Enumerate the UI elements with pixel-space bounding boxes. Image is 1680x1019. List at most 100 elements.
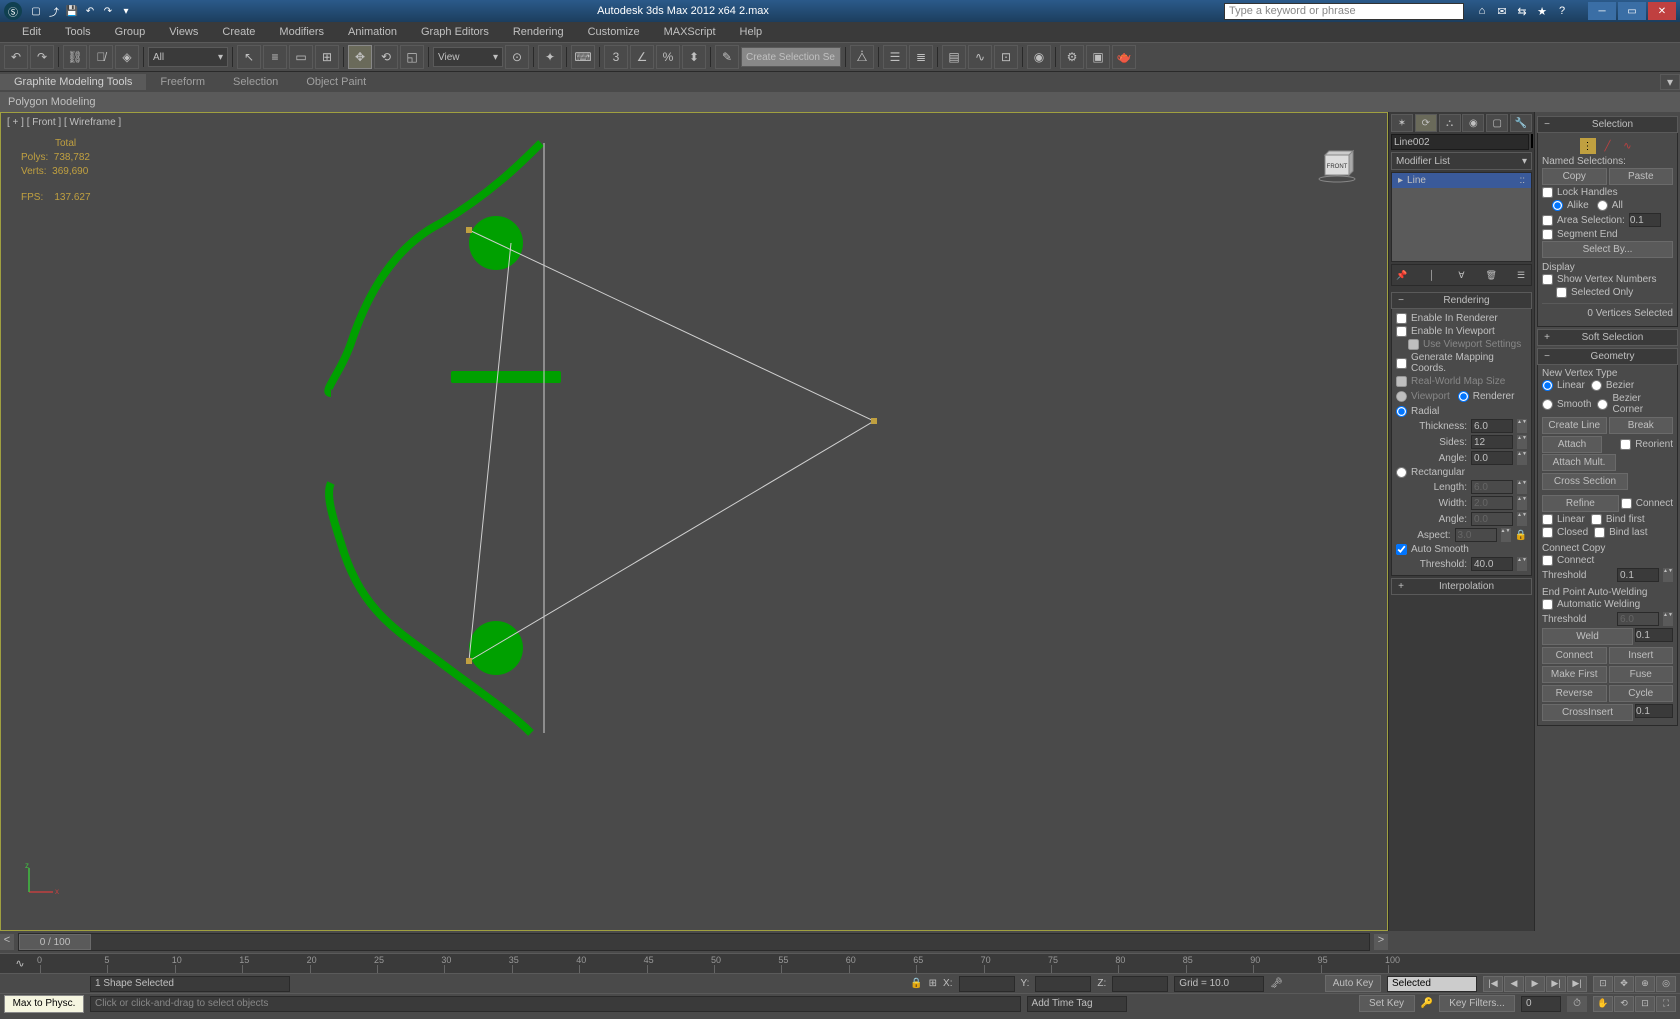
curve-editor-button[interactable]: ∿	[968, 45, 992, 69]
area-sel-check[interactable]	[1542, 215, 1553, 226]
communication-icon[interactable]: ✉	[1494, 3, 1510, 19]
cmdtab-utilities[interactable]: 🔧	[1510, 114, 1532, 132]
attach-mult-button[interactable]: Attach Mult.	[1542, 454, 1616, 471]
use-center-button[interactable]: ⊙	[505, 45, 529, 69]
keyfilters-button[interactable]: Key Filters...	[1439, 995, 1515, 1012]
named-sel-dropdown[interactable]: Create Selection Se	[741, 47, 841, 67]
selection-filter[interactable]: All▾	[148, 47, 228, 67]
prev-frame-button[interactable]: ◀	[1504, 976, 1524, 992]
time-prev-button[interactable]: <	[0, 934, 14, 950]
rollout-geometry-header[interactable]: −Geometry	[1537, 348, 1678, 365]
menu-help[interactable]: Help	[728, 26, 775, 38]
align-button[interactable]: ☰	[883, 45, 907, 69]
vertex-subobj-icon[interactable]: ⋮	[1580, 138, 1596, 154]
ribbon-sub-label[interactable]: Polygon Modeling	[8, 96, 95, 108]
lock-handles-check[interactable]	[1542, 187, 1553, 198]
nav1-icon[interactable]: ✥	[1614, 976, 1634, 992]
spline-subobj-icon[interactable]: ∿	[1620, 138, 1636, 154]
gen-map-check[interactable]	[1396, 358, 1407, 369]
pan-icon[interactable]: ✋	[1593, 996, 1613, 1012]
search-input[interactable]: Type a keyword or phrase	[1224, 3, 1464, 20]
menu-create[interactable]: Create	[210, 26, 267, 38]
keyboard-shortcut-button[interactable]: ⌨	[571, 45, 595, 69]
lock-selection-icon[interactable]: 🔒	[910, 978, 922, 989]
bezier-radio[interactable]	[1591, 380, 1602, 391]
lock-aspect-icon[interactable]: 🔒	[1515, 530, 1527, 541]
connect-check[interactable]	[1621, 498, 1632, 509]
modifier-list-dropdown[interactable]: Modifier List▾	[1391, 152, 1532, 170]
menu-group[interactable]: Group	[103, 26, 158, 38]
maxscript-listener[interactable]: Max to Physc.	[4, 995, 84, 1013]
layers-button[interactable]: ≣	[909, 45, 933, 69]
select-button[interactable]: ↖	[237, 45, 261, 69]
spinner-snap-button[interactable]: ⬍	[682, 45, 706, 69]
copy-sel-button[interactable]: Copy	[1542, 168, 1607, 185]
cmdtab-display[interactable]: ▢	[1486, 114, 1508, 132]
thickness-spinner[interactable]	[1471, 419, 1513, 433]
redo-button[interactable]: ↷	[30, 45, 54, 69]
time-next-button[interactable]: >	[1374, 934, 1388, 950]
link-button[interactable]: ⛓	[63, 45, 87, 69]
schematic-view-button[interactable]: ⊡	[994, 45, 1018, 69]
menu-views[interactable]: Views	[157, 26, 210, 38]
autoweld-check[interactable]	[1542, 599, 1553, 610]
select-rotate-button[interactable]: ⟲	[374, 45, 398, 69]
cmdtab-create[interactable]: ✶	[1391, 114, 1413, 132]
exchange-icon[interactable]: ⇆	[1514, 3, 1530, 19]
render-button[interactable]: 🫖	[1112, 45, 1136, 69]
time-handle[interactable]: 0 / 100	[19, 934, 91, 950]
subscription-icon[interactable]: ⌂	[1474, 3, 1490, 19]
select-name-button[interactable]: ≡	[263, 45, 287, 69]
rollout-rendering-header[interactable]: −Rendering	[1391, 292, 1532, 309]
connect2-button[interactable]: Connect	[1542, 647, 1607, 664]
ci-spinner[interactable]	[1635, 704, 1673, 718]
refine-button[interactable]: Refine	[1542, 495, 1619, 512]
rollout-selection-header[interactable]: −Selection	[1537, 116, 1678, 133]
select-scale-button[interactable]: ◱	[400, 45, 424, 69]
stack-vertex-icon[interactable]: ::	[1519, 175, 1525, 186]
rect-radio[interactable]	[1396, 467, 1407, 478]
create-line-button[interactable]: Create Line	[1542, 417, 1607, 434]
show-end-icon[interactable]: │	[1424, 267, 1440, 283]
material-editor-button[interactable]: ◉	[1027, 45, 1051, 69]
rendered-frame-button[interactable]: ▣	[1086, 45, 1110, 69]
favorites-icon[interactable]: ★	[1534, 3, 1550, 19]
ribbon-expand-icon[interactable]: ▾	[1660, 74, 1680, 90]
viewport-canvas[interactable]	[1, 113, 1387, 930]
mini-curve-icon[interactable]: ∿	[0, 957, 40, 970]
key-mode-dropdown[interactable]: Selected	[1387, 976, 1477, 992]
enable-viewport-check[interactable]	[1396, 326, 1407, 337]
tab-graphite[interactable]: Graphite Modeling Tools	[0, 74, 146, 90]
modifier-stack[interactable]: ▸Line::	[1391, 172, 1532, 262]
goto-end-button[interactable]: ▶|	[1567, 976, 1587, 992]
insert-button[interactable]: Insert	[1609, 647, 1674, 664]
menu-customize[interactable]: Customize	[576, 26, 652, 38]
menu-tools[interactable]: Tools	[53, 26, 103, 38]
viewport[interactable]: [ + ] [ Front ] [ Wireframe ] Total Poly…	[0, 112, 1388, 931]
select-region-button[interactable]: ▭	[289, 45, 313, 69]
linear2-check[interactable]	[1542, 514, 1553, 525]
redo-icon[interactable]: ↷	[100, 3, 116, 19]
unlink-button[interactable]: ⛓̸	[89, 45, 113, 69]
snap-2d-button[interactable]: 3	[604, 45, 628, 69]
select-by-button[interactable]: Select By...	[1542, 241, 1673, 258]
threshold-spinner[interactable]	[1471, 557, 1513, 571]
paste-sel-button[interactable]: Paste	[1609, 168, 1674, 185]
time-tag-field[interactable]: Add Time Tag	[1027, 996, 1127, 1012]
expand-icon[interactable]: ▸	[1398, 175, 1403, 186]
renderer-radio[interactable]	[1458, 391, 1469, 402]
linear-radio[interactable]	[1542, 380, 1553, 391]
menu-edit[interactable]: Edit	[10, 26, 53, 38]
orbit-icon[interactable]: ⟲	[1614, 996, 1634, 1012]
undo-icon[interactable]: ↶	[82, 3, 98, 19]
absolute-mode-icon[interactable]: ⊞	[929, 978, 937, 989]
close-button[interactable]: ✕	[1648, 2, 1676, 20]
seg-end-check[interactable]	[1542, 229, 1553, 240]
smooth-radio[interactable]	[1542, 399, 1553, 410]
comm-center-icon[interactable]: 🗝	[1270, 978, 1283, 989]
ref-coord-system[interactable]: View▾	[433, 47, 503, 67]
crossinsert-button[interactable]: CrossInsert	[1542, 704, 1633, 721]
area-sel-spinner[interactable]	[1629, 213, 1661, 227]
configure-sets-icon[interactable]: ☰	[1513, 267, 1529, 283]
closed-check[interactable]	[1542, 527, 1553, 538]
